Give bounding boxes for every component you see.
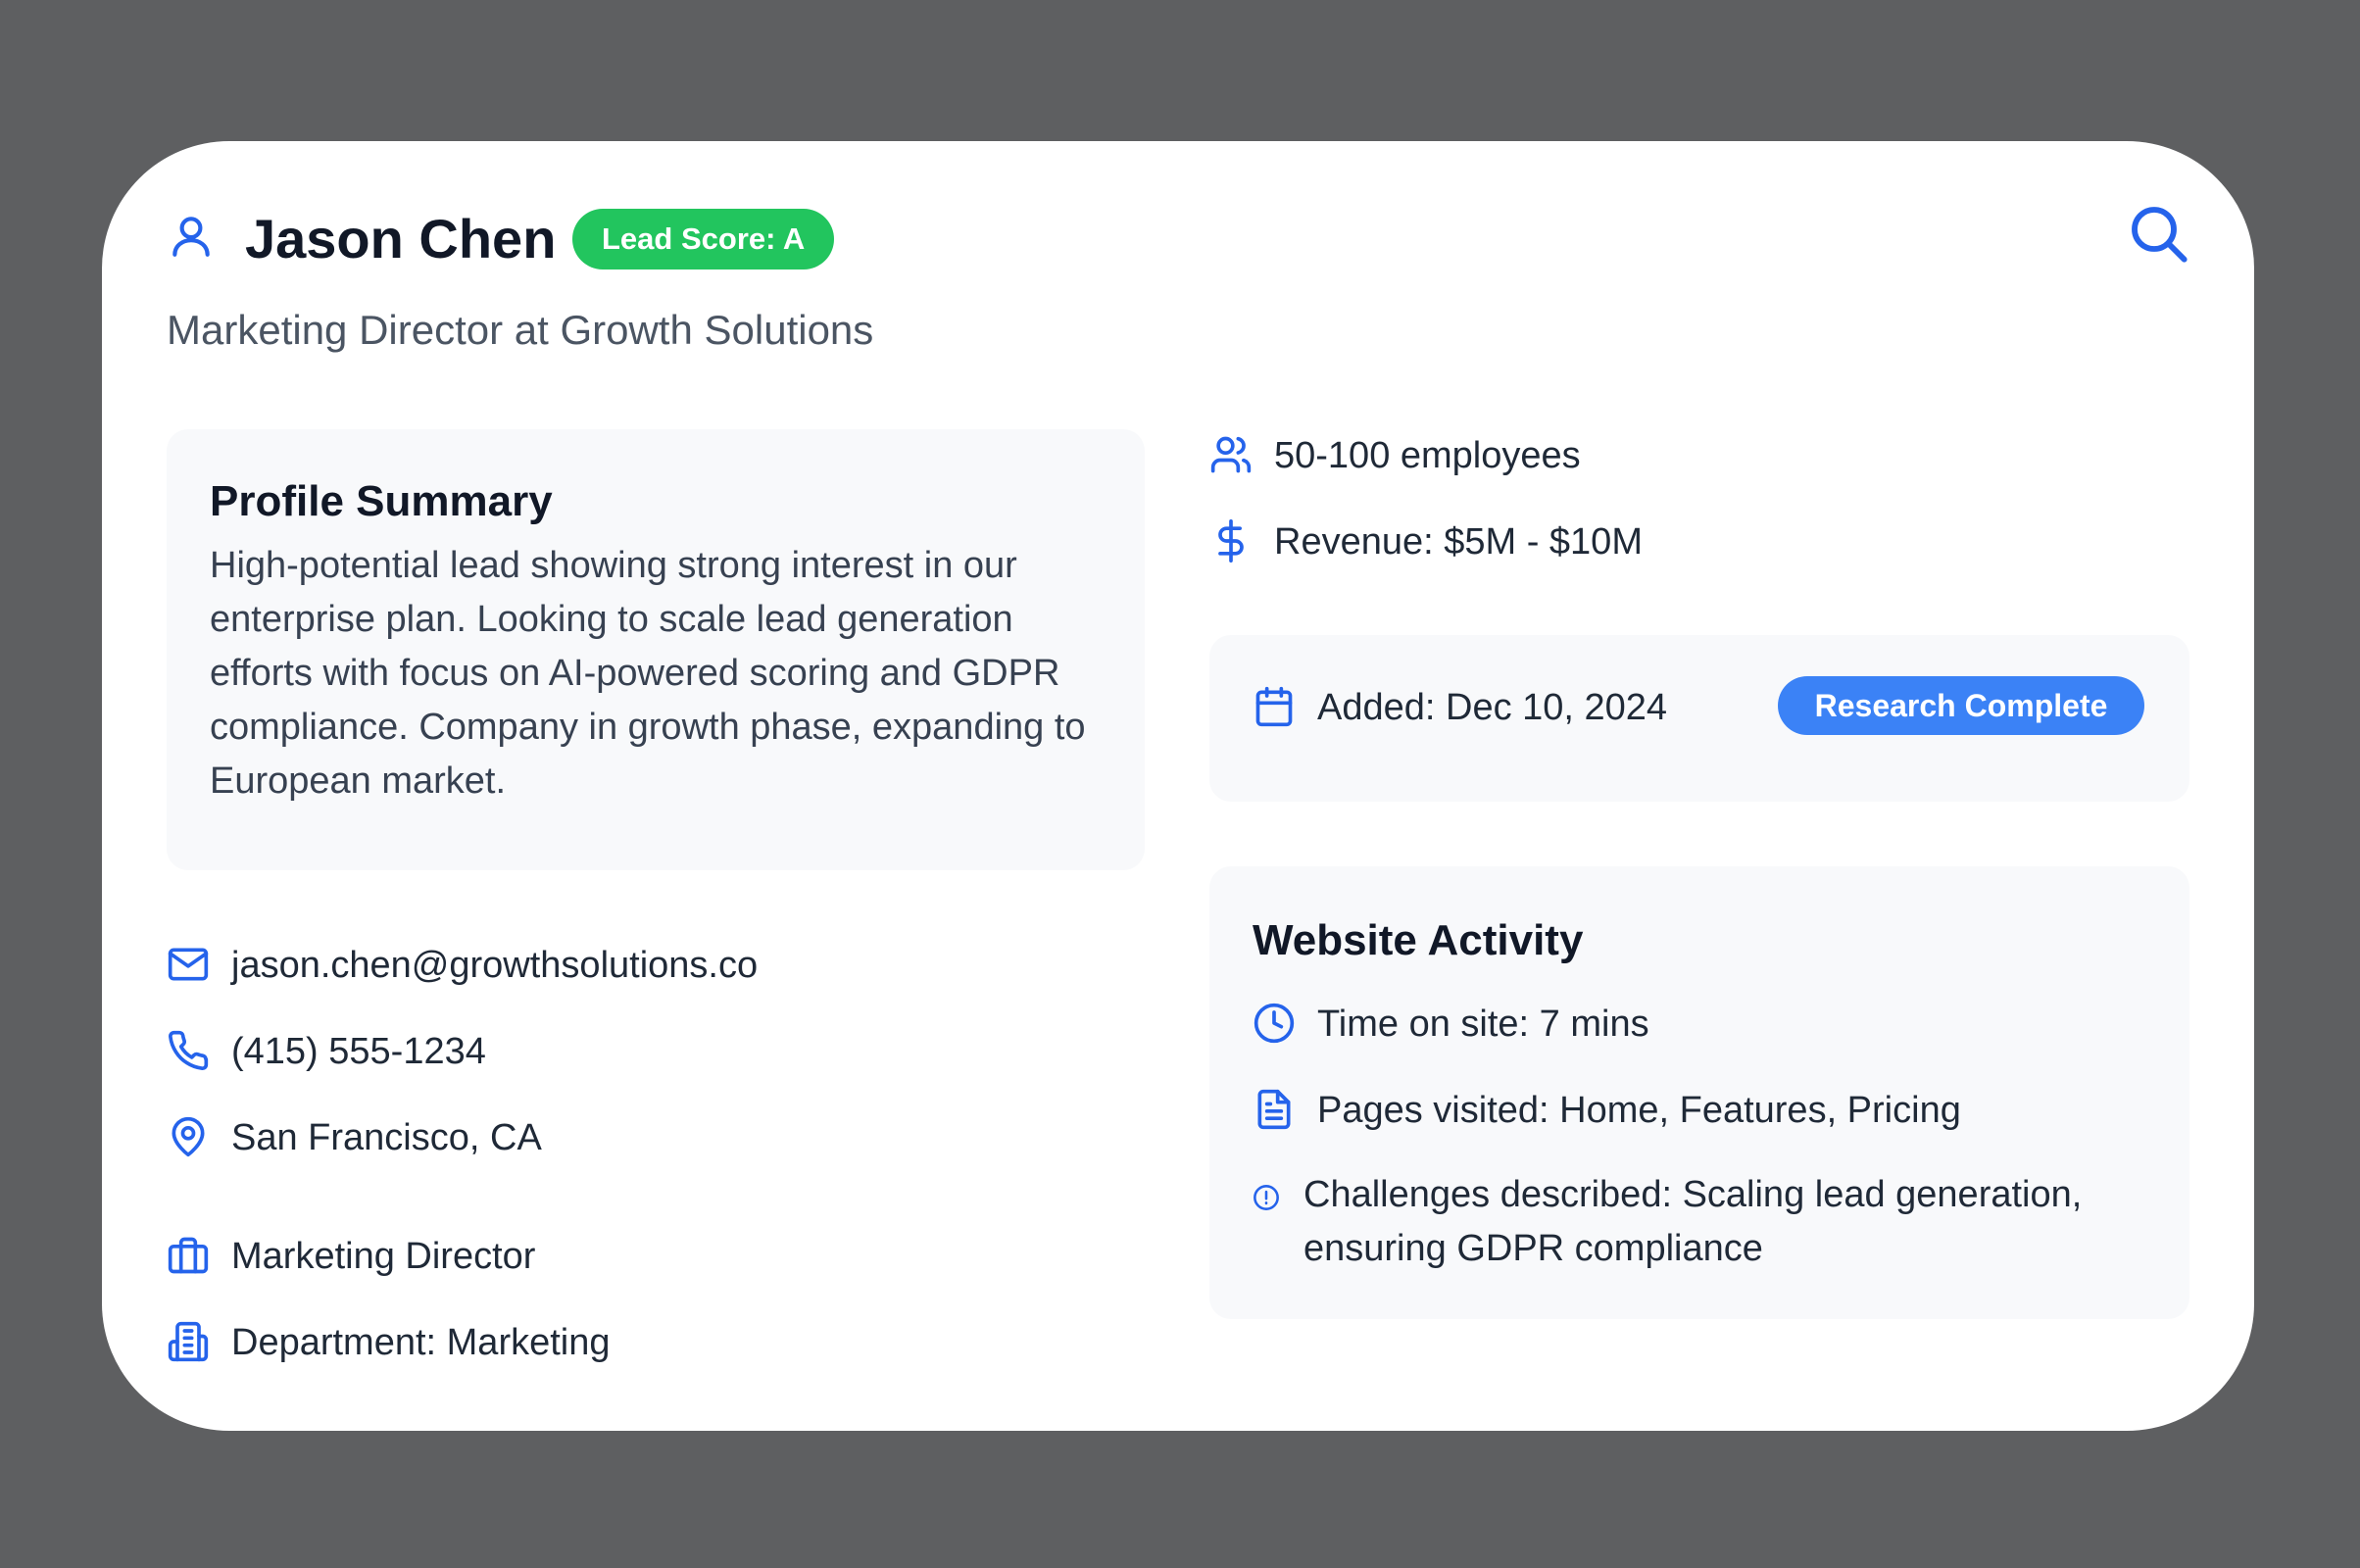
search-icon[interactable]	[2127, 202, 2189, 265]
briefcase-icon	[167, 1234, 210, 1277]
clock-icon	[1253, 1002, 1296, 1045]
revenue-text: Revenue: $5M - $10M	[1274, 521, 1643, 563]
alert-circle-icon	[1253, 1184, 1280, 1211]
lead-profile-card: Jason Chen Lead Score: A Marketing Direc…	[102, 141, 2254, 1431]
location-text: San Francisco, CA	[231, 1117, 542, 1158]
website-activity-title: Website Activity	[1253, 916, 1584, 964]
profile-summary-title: Profile Summary	[210, 477, 553, 525]
lead-score-badge: Lead Score: A	[572, 209, 835, 270]
calendar-icon	[1253, 685, 1296, 728]
map-pin-icon	[167, 1115, 210, 1158]
pages-visited-text: Pages visited: Home, Features, Pricing	[1317, 1090, 1961, 1131]
role-title-text: Marketing Director	[231, 1236, 536, 1277]
document-icon	[1253, 1088, 1296, 1131]
added-date-text: Added: Dec 10, 2024	[1317, 687, 1668, 728]
employees-text: 50-100 employees	[1274, 435, 1581, 476]
email-link[interactable]: jason.chen@growthsolutions.co	[231, 947, 758, 984]
time-on-site-text: Time on site: 7 mins	[1317, 1004, 1649, 1045]
dollar-icon	[1209, 519, 1253, 563]
users-icon	[1209, 433, 1253, 476]
profile-summary-text: High-potential lead showing strong inter…	[210, 545, 1086, 802]
mail-icon	[167, 943, 210, 986]
challenges-text: Challenges described: Scaling lead gener…	[1303, 1174, 2083, 1269]
building-icon	[167, 1320, 210, 1363]
lead-subtitle: Marketing Director at Growth Solutions	[167, 307, 874, 353]
department-text: Department: Marketing	[231, 1322, 611, 1363]
research-status-badge: Research Complete	[1778, 676, 2144, 735]
phone-link[interactable]: (415) 555-1234	[231, 1033, 486, 1070]
phone-icon	[167, 1029, 210, 1072]
lead-name: Jason Chen	[245, 208, 557, 270]
user-icon	[167, 212, 216, 261]
